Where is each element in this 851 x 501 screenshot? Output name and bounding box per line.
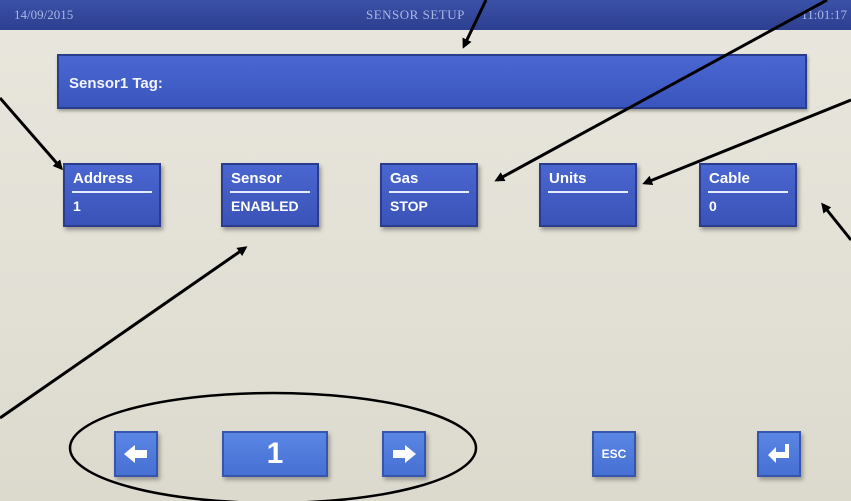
address-button[interactable]: Address 1	[63, 163, 161, 227]
address-label: Address	[73, 170, 134, 187]
esc-button[interactable]: ESC	[592, 431, 636, 477]
sensor-tag-label: Sensor1 Tag:	[69, 75, 163, 92]
units-button[interactable]: Units	[539, 163, 637, 227]
next-page-button[interactable]	[382, 431, 426, 477]
sensor-enable-button[interactable]: Sensor ENABLED	[221, 163, 319, 227]
gas-label: Gas	[390, 170, 419, 187]
sensor-tag-field[interactable]: Sensor1 Tag:	[57, 54, 807, 109]
cable-button[interactable]: Cable 0	[699, 163, 797, 227]
title-bar: 14/09/2015 SENSOR SETUP 11:01:17	[0, 0, 851, 30]
page-number-display[interactable]: 1	[222, 431, 328, 477]
date-display: 14/09/2015	[14, 7, 74, 22]
touchscreen: 14/09/2015 SENSOR SETUP 11:01:17 Sensor1…	[0, 0, 851, 501]
gas-value: STOP	[390, 198, 428, 214]
screen-title: SENSOR SETUP	[366, 7, 465, 22]
gas-button[interactable]: Gas STOP	[380, 163, 478, 227]
divider	[72, 191, 152, 193]
cable-label: Cable	[709, 170, 750, 187]
arrow-right-icon	[393, 445, 416, 463]
address-value: 1	[73, 198, 81, 214]
divider	[708, 191, 788, 193]
cable-value: 0	[709, 198, 717, 214]
arrow-left-icon	[124, 445, 147, 463]
enter-return-icon	[768, 444, 789, 463]
sensor-label: Sensor	[231, 170, 282, 187]
divider	[230, 191, 310, 193]
sensor-value: ENABLED	[231, 198, 299, 214]
divider	[548, 191, 628, 193]
time-display: 11:01:17	[801, 7, 847, 22]
page-number: 1	[266, 437, 284, 470]
esc-label: ESC	[601, 447, 627, 461]
prev-page-button[interactable]	[114, 431, 158, 477]
divider	[389, 191, 469, 193]
enter-button[interactable]	[757, 431, 801, 477]
units-label: Units	[549, 170, 587, 187]
